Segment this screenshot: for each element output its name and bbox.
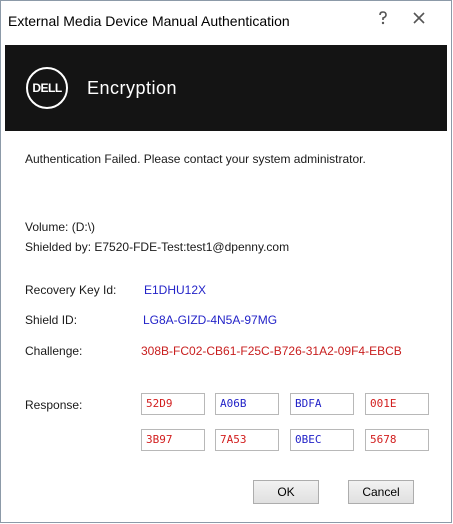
challenge-value: 308B-FC02-CB61-F25C-B726-31A2-09F4-EBCB [141,344,402,358]
title-bar: External Media Device Manual Authenticat… [1,1,451,41]
shielded-by-label: Shielded by: E7520-FDE-Test:test1@dpenny… [25,240,290,254]
window-title: External Media Device Manual Authenticat… [8,13,290,29]
close-icon[interactable] [405,7,433,29]
shield-id-label: Shield ID: [25,313,78,327]
response-field-1[interactable]: 52D9 [141,393,205,415]
dell-logo: DELL [26,67,68,109]
response-field-5[interactable]: 3B97 [141,429,205,451]
response-field-2[interactable]: A06B [215,393,279,415]
challenge-label: Challenge: [25,344,83,358]
response-field-6[interactable]: 7A53 [215,429,279,451]
help-icon[interactable] [369,7,397,29]
response-field-7[interactable]: 0BEC [290,429,354,451]
response-label: Response: [25,398,83,412]
shield-id-value: LG8A-GIZD-4N5A-97MG [143,313,278,327]
response-field-3[interactable]: BDFA [290,393,354,415]
ok-button[interactable]: OK [253,480,319,504]
header-banner: DELL Encryption [5,45,447,131]
recovery-key-id-label: Recovery Key Id: [25,283,117,297]
product-title: Encryption [87,78,178,98]
recovery-key-id-value: E1DHU12X [144,283,207,297]
cancel-button[interactable]: Cancel [348,480,414,504]
status-message: Authentication Failed. Please contact yo… [25,152,366,166]
response-field-4[interactable]: 001E [365,393,429,415]
response-field-8[interactable]: 5678 [365,429,429,451]
auth-dialog: External Media Device Manual Authenticat… [0,0,452,523]
volume-label: Volume: (D:\) [25,220,96,234]
